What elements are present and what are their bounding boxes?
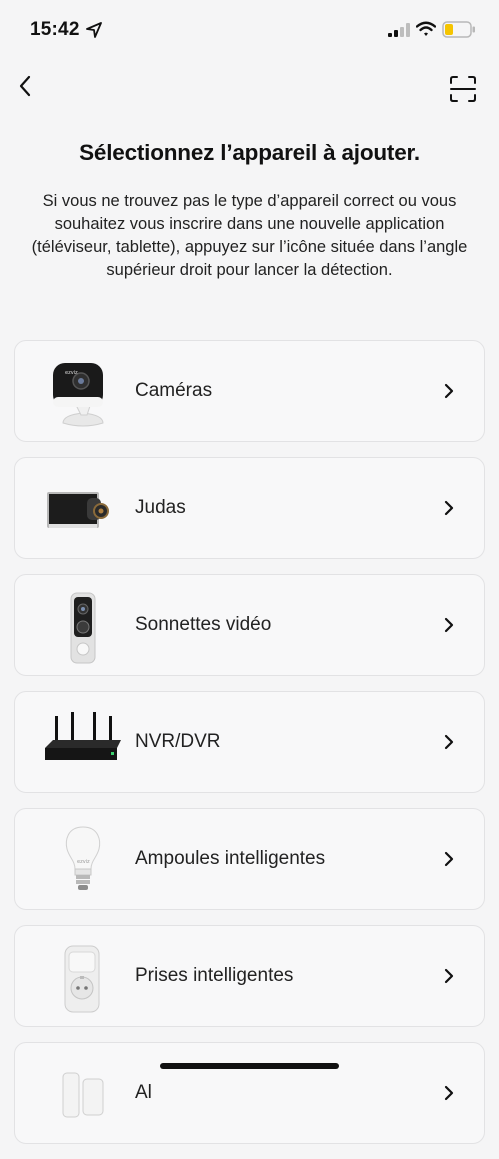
chevron-right-icon xyxy=(444,617,454,633)
page-description: Si vous ne trouvez pas le type d’apparei… xyxy=(31,192,468,279)
device-label: Prises intelligentes xyxy=(135,965,294,986)
camera-icon: ezviz xyxy=(53,363,104,427)
chevron-right-icon xyxy=(444,1085,454,1101)
device-list: ezviz Caméras Judas Sonnettes vidéo NVR/… xyxy=(14,340,485,1159)
chevron-right-icon xyxy=(444,851,454,867)
device-label: Al xyxy=(135,1082,152,1103)
status-time: 15:42 xyxy=(30,19,80,40)
scan-icon[interactable] xyxy=(448,74,478,104)
status-bar: 15:42 xyxy=(0,0,499,60)
chevron-right-icon xyxy=(444,500,454,516)
device-item-door-viewer[interactable]: Judas xyxy=(14,457,485,559)
device-label: Judas xyxy=(135,497,186,518)
device-item-alarm[interactable]: Al xyxy=(14,1042,485,1144)
cellular-signal-icon xyxy=(388,23,410,37)
device-label: NVR/DVR xyxy=(135,731,221,752)
recorder-icon xyxy=(45,712,121,760)
doorbell-icon xyxy=(70,592,96,664)
page-title: Sélectionnez l’appareil à ajouter. xyxy=(79,140,420,165)
device-label: Caméras xyxy=(135,380,213,401)
home-indicator[interactable] xyxy=(160,1063,339,1069)
chevron-right-icon xyxy=(444,968,454,984)
battery-icon xyxy=(442,21,475,38)
device-item-smart-bulbs[interactable]: ezviz Ampoules intelligentes xyxy=(14,808,485,910)
door-viewer-icon xyxy=(47,492,109,528)
svg-text:ezviz: ezviz xyxy=(77,859,90,865)
alarm-sensor-icon xyxy=(62,1072,104,1118)
chevron-right-icon xyxy=(444,383,454,399)
device-item-smart-plugs[interactable]: Prises intelligentes xyxy=(14,925,485,1027)
device-item-cameras[interactable]: ezviz Caméras xyxy=(14,340,485,442)
bulb-icon: ezviz xyxy=(65,826,101,890)
back-icon[interactable] xyxy=(12,72,40,100)
device-item-video-doorbell[interactable]: Sonnettes vidéo xyxy=(14,574,485,676)
device-label: Sonnettes vidéo xyxy=(135,614,272,635)
location-arrow-icon xyxy=(86,22,102,38)
device-label: Ampoules intelligentes xyxy=(135,848,326,869)
svg-text:ezviz: ezviz xyxy=(65,370,78,376)
wifi-icon xyxy=(416,21,436,36)
device-item-nvr-dvr[interactable]: NVR/DVR xyxy=(14,691,485,793)
chevron-right-icon xyxy=(444,734,454,750)
plug-icon xyxy=(64,945,100,1013)
